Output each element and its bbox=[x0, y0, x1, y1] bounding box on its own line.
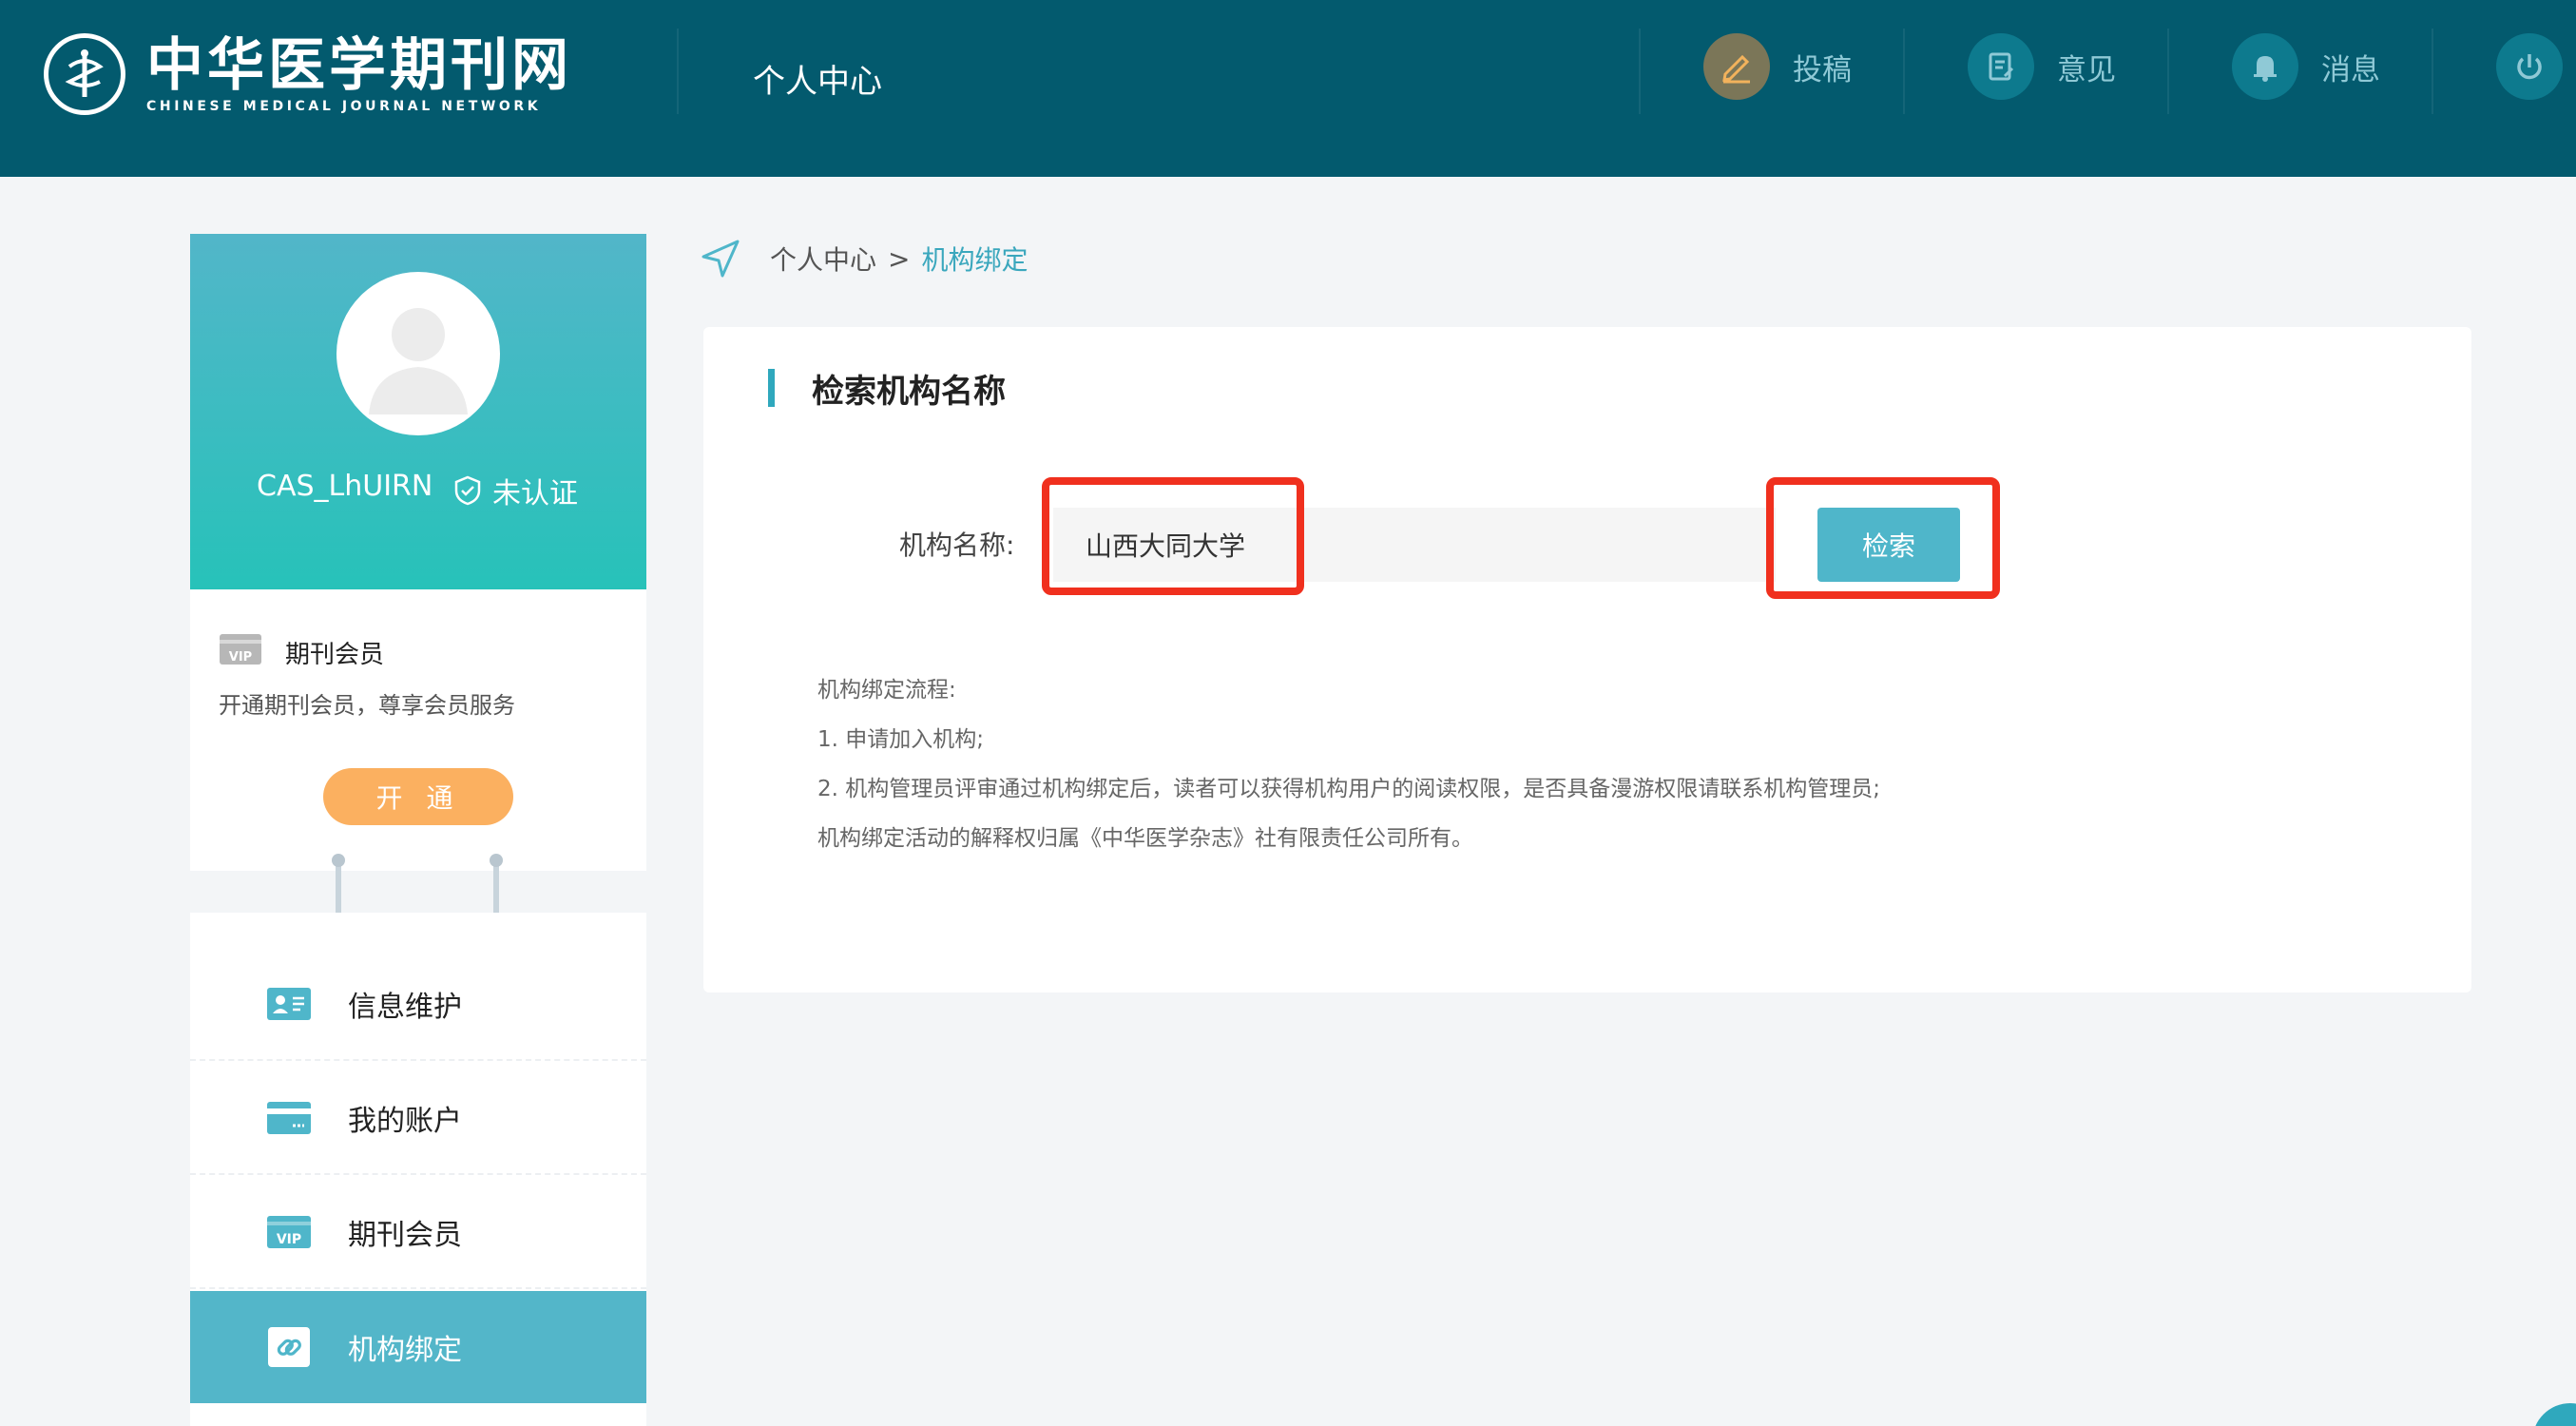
header-divider bbox=[1639, 29, 1641, 114]
binder-ring-top bbox=[332, 854, 345, 867]
sidebar-item-label: 期刊会员 bbox=[348, 1219, 462, 1252]
link-icon bbox=[266, 1327, 312, 1367]
logo-cn-text: 中华医学期刊网 bbox=[146, 32, 572, 99]
vip-icon: VIP bbox=[220, 634, 261, 665]
sidebar-item-account[interactable]: 我的账户 bbox=[190, 1063, 646, 1175]
sidebar-item-institution[interactable]: 机构绑定 bbox=[190, 1291, 646, 1403]
vip-card bbox=[190, 589, 646, 871]
sidebar-item-label: 机构绑定 bbox=[348, 1334, 462, 1367]
note-line: 2. 机构管理员评审通过机构绑定后，读者可以获得机构用户的阅读权限，是否具备漫游… bbox=[817, 777, 1881, 801]
nav-feedback[interactable]: 意见 bbox=[1968, 32, 2116, 101]
breadcrumb-separator: > bbox=[888, 242, 911, 275]
bell-icon bbox=[2232, 33, 2298, 100]
header-divider bbox=[2432, 29, 2433, 114]
breadcrumb-current: 机构绑定 bbox=[921, 244, 1028, 276]
open-vip-button[interactable]: 开 通 bbox=[323, 768, 513, 825]
navigation-arrow-icon bbox=[702, 240, 740, 278]
breadcrumb: 个人中心 > 机构绑定 bbox=[700, 238, 1028, 279]
id-card-icon bbox=[266, 987, 312, 1021]
highlight-button-box bbox=[1766, 477, 2000, 599]
vip-description: 开通期刊会员，尊享会员服务 bbox=[219, 692, 515, 719]
logo-en-text: CHINESE MEDICAL JOURNAL NETWORK bbox=[146, 99, 542, 114]
institution-name-label: 机构名称: bbox=[899, 530, 1015, 561]
svg-text:VIP: VIP bbox=[277, 1232, 301, 1247]
cert-status-label: 未认证 bbox=[492, 477, 578, 511]
sidebar-item-info[interactable]: 信息维护 bbox=[190, 949, 646, 1061]
note-line: 机构绑定流程: bbox=[817, 678, 956, 703]
nav-label: 消息 bbox=[2321, 52, 2380, 87]
sidebar-item-vip[interactable]: VIP 期刊会员 bbox=[190, 1177, 646, 1289]
page-title: 个人中心 bbox=[753, 63, 882, 101]
shield-check-icon bbox=[454, 475, 481, 506]
breadcrumb-root[interactable]: 个人中心 bbox=[770, 240, 876, 278]
nav-messages[interactable]: 消息 bbox=[2232, 32, 2380, 101]
cert-status[interactable]: 未认证 bbox=[452, 470, 578, 511]
header-divider bbox=[1903, 29, 1905, 114]
vip-title: 期刊会员 bbox=[285, 641, 385, 669]
sidebar-item-label: 信息维护 bbox=[348, 991, 462, 1024]
credit-card-icon bbox=[266, 1101, 312, 1135]
profile-card bbox=[190, 234, 646, 589]
site-logo[interactable]: 中华医学期刊网 CHINESE MEDICAL JOURNAL NETWORK bbox=[44, 30, 572, 118]
panel-title: 检索机构名称 bbox=[812, 373, 1006, 411]
nav-label: 意见 bbox=[2057, 52, 2116, 87]
logo-emblem-icon bbox=[44, 33, 125, 115]
edit-pen-icon bbox=[1703, 33, 1770, 100]
search-panel bbox=[703, 327, 2471, 992]
header-divider bbox=[677, 29, 679, 114]
header-divider bbox=[2167, 29, 2169, 114]
nav-label: 投稿 bbox=[1793, 52, 1852, 87]
nav-submit[interactable]: 投稿 bbox=[1703, 32, 1852, 101]
binding-process-notes: 机构绑定流程: 1. 申请加入机构; 2. 机构管理员评审通过机构绑定后，读者可… bbox=[817, 665, 1880, 863]
power-icon bbox=[2496, 33, 2563, 100]
note-line: 机构绑定活动的解释权归属《中华医学杂志》社有限责任公司所有。 bbox=[817, 826, 1473, 851]
nav-logout[interactable] bbox=[2496, 32, 2563, 101]
binder-ring-top bbox=[490, 854, 503, 867]
floating-action-button[interactable] bbox=[2532, 1403, 2576, 1426]
note-line: 1. 申请加入机构; bbox=[817, 727, 985, 752]
sidebar-item-label: 我的账户 bbox=[348, 1105, 462, 1138]
vip-icon: VIP bbox=[266, 1215, 312, 1249]
svg-text:VIP: VIP bbox=[229, 650, 252, 665]
highlight-input-box bbox=[1042, 477, 1304, 595]
username: CAS_LhUIRN bbox=[257, 470, 433, 503]
feedback-icon bbox=[1968, 33, 2034, 100]
avatar[interactable] bbox=[336, 272, 500, 435]
top-header: 中华医学期刊网 CHINESE MEDICAL JOURNAL NETWORK … bbox=[0, 0, 2576, 177]
title-accent-bar bbox=[768, 369, 775, 407]
